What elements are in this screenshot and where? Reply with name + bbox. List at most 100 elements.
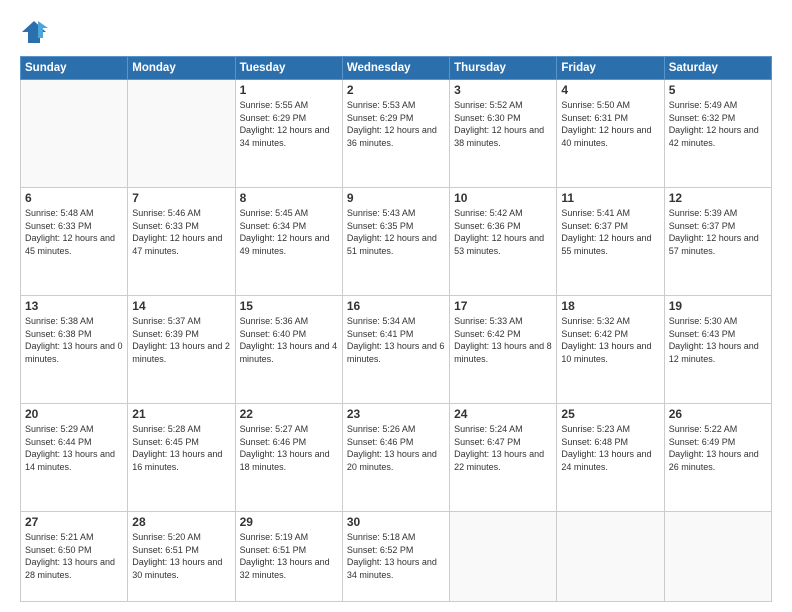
calendar-header-thursday: Thursday [450,57,557,80]
day-info: Sunrise: 5:39 AM Sunset: 6:37 PM Dayligh… [669,207,767,257]
day-number: 18 [561,299,659,313]
calendar-cell: 18 Sunrise: 5:32 AM Sunset: 6:42 PM Dayli… [557,295,664,403]
calendar-cell: 15Sunrise: 5:36 AM Sunset: 6:40 PM Dayli… [235,295,342,403]
calendar-week-row: 13 Sunrise: 5:38 AM Sunset: 6:38 PM Dayli… [21,295,772,403]
day-info: Sunrise: 5:34 AM Sunset: 6:41 PM Dayligh… [347,315,445,365]
day-number: 2 [347,83,445,97]
day-number: 26 [669,407,767,421]
day-number: 25 [561,407,659,421]
calendar-cell: 30Sunrise: 5:18 AM Sunset: 6:52 PM Dayli… [342,511,449,601]
day-info: Sunrise: 5:22 AM Sunset: 6:49 PM Dayligh… [669,423,767,473]
day-info: Sunrise: 5:21 AM Sunset: 6:50 PM Dayligh… [25,531,123,581]
day-number: 9 [347,191,445,205]
calendar-cell: 27 Sunrise: 5:21 AM Sunset: 6:50 PM Dayli… [21,511,128,601]
calendar-header-sunday: Sunday [21,57,128,80]
day-number: 23 [347,407,445,421]
calendar-cell: 14 Sunrise: 5:37 AM Sunset: 6:39 PM Dayli… [128,295,235,403]
day-info: Sunrise: 5:32 AM Sunset: 6:42 PM Dayligh… [561,315,659,365]
day-number: 12 [669,191,767,205]
day-info: Sunrise: 5:26 AM Sunset: 6:46 PM Dayligh… [347,423,445,473]
calendar-cell: 16 Sunrise: 5:34 AM Sunset: 6:41 PM Dayli… [342,295,449,403]
calendar-cell: 21 Sunrise: 5:28 AM Sunset: 6:45 PM Dayli… [128,403,235,511]
day-info: Sunrise: 5:28 AM Sunset: 6:45 PM Dayligh… [132,423,230,473]
calendar-cell [21,80,128,188]
day-info: Sunrise: 5:30 AM Sunset: 6:43 PM Dayligh… [669,315,767,365]
day-info: Sunrise: 5:45 AM Sunset: 6:34 PM Dayligh… [240,207,338,257]
day-number: 5 [669,83,767,97]
day-number: 16 [347,299,445,313]
day-info: Sunrise: 5:29 AM Sunset: 6:44 PM Dayligh… [25,423,123,473]
day-number: 3 [454,83,552,97]
calendar-cell: 22 Sunrise: 5:27 AM Sunset: 6:46 PM Dayli… [235,403,342,511]
calendar-cell: 28Sunrise: 5:20 AM Sunset: 6:51 PM Dayli… [128,511,235,601]
calendar-cell [664,511,771,601]
calendar-cell: 24 Sunrise: 5:24 AM Sunset: 6:47 PM Dayli… [450,403,557,511]
day-number: 10 [454,191,552,205]
day-info: Sunrise: 5:37 AM Sunset: 6:39 PM Dayligh… [132,315,230,365]
day-number: 28 [132,515,230,529]
calendar-header-row: SundayMondayTuesdayWednesdayThursdayFrid… [21,57,772,80]
calendar-table: SundayMondayTuesdayWednesdayThursdayFrid… [20,56,772,602]
calendar-header-saturday: Saturday [664,57,771,80]
calendar-cell: 26 Sunrise: 5:22 AM Sunset: 6:49 PM Dayli… [664,403,771,511]
day-info: Sunrise: 5:48 AM Sunset: 6:33 PM Dayligh… [25,207,123,257]
calendar-cell: 3Sunrise: 5:52 AM Sunset: 6:30 PM Daylig… [450,80,557,188]
page: SundayMondayTuesdayWednesdayThursdayFrid… [0,0,792,612]
calendar-header-tuesday: Tuesday [235,57,342,80]
calendar-cell: 4 Sunrise: 5:50 AM Sunset: 6:31 PM Daylig… [557,80,664,188]
calendar-cell: 6 Sunrise: 5:48 AM Sunset: 6:33 PM Daylig… [21,187,128,295]
logo [20,18,52,46]
day-info: Sunrise: 5:19 AM Sunset: 6:51 PM Dayligh… [240,531,338,581]
day-number: 20 [25,407,123,421]
day-info: Sunrise: 5:55 AM Sunset: 6:29 PM Dayligh… [240,99,338,149]
calendar-cell: 17 Sunrise: 5:33 AM Sunset: 6:42 PM Dayli… [450,295,557,403]
calendar-cell: 11Sunrise: 5:41 AM Sunset: 6:37 PM Dayli… [557,187,664,295]
day-info: Sunrise: 5:49 AM Sunset: 6:32 PM Dayligh… [669,99,767,149]
day-info: Sunrise: 5:46 AM Sunset: 6:33 PM Dayligh… [132,207,230,257]
calendar-cell: 1 Sunrise: 5:55 AM Sunset: 6:29 PM Daylig… [235,80,342,188]
day-info: Sunrise: 5:42 AM Sunset: 6:36 PM Dayligh… [454,207,552,257]
calendar-cell: 10 Sunrise: 5:42 AM Sunset: 6:36 PM Dayli… [450,187,557,295]
calendar-week-row: 20 Sunrise: 5:29 AM Sunset: 6:44 PM Dayli… [21,403,772,511]
day-info: Sunrise: 5:38 AM Sunset: 6:38 PM Dayligh… [25,315,123,365]
day-number: 8 [240,191,338,205]
calendar-cell: 12 Sunrise: 5:39 AM Sunset: 6:37 PM Dayli… [664,187,771,295]
calendar-header-friday: Friday [557,57,664,80]
calendar-cell: 25 Sunrise: 5:23 AM Sunset: 6:48 PM Dayli… [557,403,664,511]
day-info: Sunrise: 5:23 AM Sunset: 6:48 PM Dayligh… [561,423,659,473]
day-number: 14 [132,299,230,313]
day-info: Sunrise: 5:41 AM Sunset: 6:37 PM Dayligh… [561,207,659,257]
header [20,18,772,46]
calendar-cell [450,511,557,601]
day-number: 1 [240,83,338,97]
calendar-cell: 8 Sunrise: 5:45 AM Sunset: 6:34 PM Daylig… [235,187,342,295]
day-number: 4 [561,83,659,97]
day-info: Sunrise: 5:50 AM Sunset: 6:31 PM Dayligh… [561,99,659,149]
calendar-cell: 13 Sunrise: 5:38 AM Sunset: 6:38 PM Dayli… [21,295,128,403]
day-number: 21 [132,407,230,421]
day-number: 24 [454,407,552,421]
calendar-header-monday: Monday [128,57,235,80]
day-info: Sunrise: 5:53 AM Sunset: 6:29 PM Dayligh… [347,99,445,149]
calendar-cell: 23 Sunrise: 5:26 AM Sunset: 6:46 PM Dayli… [342,403,449,511]
day-info: Sunrise: 5:27 AM Sunset: 6:46 PM Dayligh… [240,423,338,473]
day-info: Sunrise: 5:36 AM Sunset: 6:40 PM Dayligh… [240,315,338,365]
day-info: Sunrise: 5:33 AM Sunset: 6:42 PM Dayligh… [454,315,552,365]
day-number: 7 [132,191,230,205]
calendar-cell: 9 Sunrise: 5:43 AM Sunset: 6:35 PM Daylig… [342,187,449,295]
day-number: 29 [240,515,338,529]
day-number: 19 [669,299,767,313]
calendar-cell: 29 Sunrise: 5:19 AM Sunset: 6:51 PM Dayli… [235,511,342,601]
day-info: Sunrise: 5:43 AM Sunset: 6:35 PM Dayligh… [347,207,445,257]
day-number: 22 [240,407,338,421]
calendar-week-row: 27 Sunrise: 5:21 AM Sunset: 6:50 PM Dayli… [21,511,772,601]
day-number: 13 [25,299,123,313]
day-number: 6 [25,191,123,205]
calendar-cell: 2 Sunrise: 5:53 AM Sunset: 6:29 PM Daylig… [342,80,449,188]
day-number: 17 [454,299,552,313]
day-number: 27 [25,515,123,529]
calendar-cell: 5 Sunrise: 5:49 AM Sunset: 6:32 PM Daylig… [664,80,771,188]
calendar-cell: 19 Sunrise: 5:30 AM Sunset: 6:43 PM Dayli… [664,295,771,403]
day-info: Sunrise: 5:24 AM Sunset: 6:47 PM Dayligh… [454,423,552,473]
calendar-cell: 7 Sunrise: 5:46 AM Sunset: 6:33 PM Daylig… [128,187,235,295]
